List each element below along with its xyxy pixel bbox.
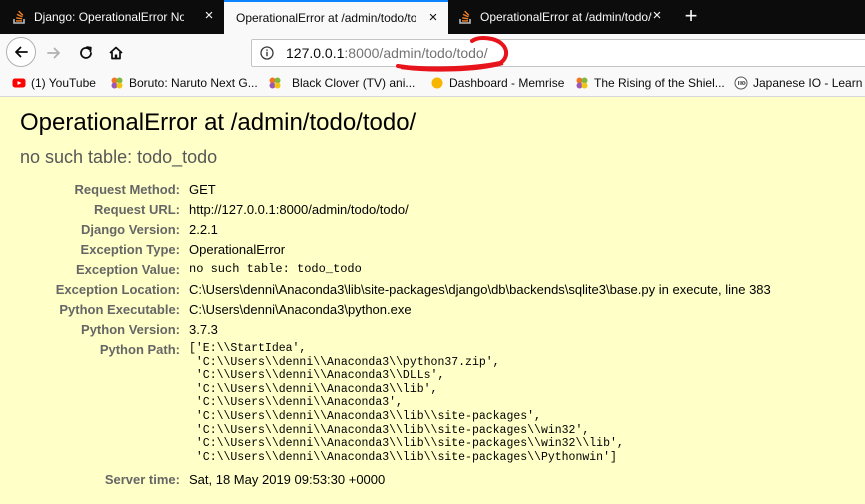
crunchyroll-icon <box>111 77 123 89</box>
url-host: 127.0.0.1 <box>286 45 345 61</box>
meta-label: Request Method: <box>74 182 180 197</box>
reload-button[interactable] <box>72 39 100 67</box>
python-path-value: ['E:\\StartIdea', 'C:\\Users\\denni\\Ana… <box>189 342 624 464</box>
close-tab-icon[interactable]: × <box>650 8 664 23</box>
meta-label: Request URL: <box>94 202 180 217</box>
tab-strip: Django: OperationalError No Such × Opera… <box>0 0 865 34</box>
tab-title: Django: OperationalError No Such <box>34 10 184 24</box>
meta-row: Exception Location: C:\Users\denni\Anaco… <box>0 282 771 302</box>
close-tab-icon[interactable]: × <box>202 8 216 23</box>
meta-row: Exception Value: no such table: todo_tod… <box>0 262 771 282</box>
reload-icon <box>80 46 92 59</box>
url-text[interactable]: 127.0.0.1:8000/admin/todo/todo/ <box>286 45 488 61</box>
request-meta-table: Request Method: GET Request URL: http://… <box>0 182 771 492</box>
stackoverflow-icon <box>13 10 25 24</box>
arrow-left-icon <box>15 46 28 58</box>
bookmarks-toolbar: (1) YouTube Boruto: Naruto Next G... Bla… <box>0 72 865 97</box>
meta-row: Request Method: GET <box>0 182 771 202</box>
crunchyroll-icon <box>576 77 588 89</box>
meta-label: Server time: <box>104 472 180 487</box>
tab-django-error[interactable]: Django: OperationalError No Such × <box>0 0 224 34</box>
tab-title: OperationalError at /admin/todo/todo/ <box>480 10 652 24</box>
page-content: OperationalError at /admin/todo/todo/ no… <box>0 97 865 504</box>
bookmark-label: Dashboard - Memrise <box>449 76 565 90</box>
meta-row: Python Version: 3.7.3 <box>0 322 771 342</box>
url-path: :8000/admin/todo/todo/ <box>344 45 488 61</box>
navigation-toolbar: 127.0.0.1:8000/admin/todo/todo/ <box>0 34 865 72</box>
meta-value: 3.7.3 <box>189 322 218 337</box>
meta-row: Exception Type: OperationalError <box>0 242 771 262</box>
meta-label: Python Version: <box>81 322 180 337</box>
error-title: OperationalError at /admin/todo/todo/ <box>20 109 417 136</box>
meta-label: Exception Type: <box>80 242 180 257</box>
bookmark-youtube[interactable]: (1) YouTube <box>12 76 96 90</box>
bookmark-label: (1) YouTube <box>31 76 96 90</box>
tab-operational-error-active[interactable]: OperationalError at /admin/todo/todo/ × <box>224 0 448 34</box>
stackoverflow-icon <box>459 10 471 24</box>
meta-value: http://127.0.0.1:8000/admin/todo/todo/ <box>189 202 409 217</box>
meta-label: Python Path: <box>99 342 180 357</box>
bookmark-memrise[interactable]: Dashboard - Memrise <box>430 76 564 90</box>
meta-value-exception: no such table: todo_todo <box>189 262 362 276</box>
bookmark-label: The Rising of the Shiel... <box>594 76 725 90</box>
meta-value: Sat, 18 May 2019 09:53:30 +0000 <box>189 472 386 487</box>
error-subtitle: no such table: todo_todo <box>20 147 218 167</box>
meta-label: Python Executable: <box>59 302 180 317</box>
meta-row: Python Path: ['E:\\StartIdea', 'C:\\User… <box>0 342 771 472</box>
meta-row: Request URL: http://127.0.0.1:8000/admin… <box>0 202 771 222</box>
meta-row: Django Version: 2.2.1 <box>0 222 771 242</box>
address-bar[interactable]: 127.0.0.1:8000/admin/todo/todo/ <box>251 39 865 67</box>
meta-value: C:\Users\denni\Anaconda3\python.exe <box>189 302 412 317</box>
youtube-icon <box>12 78 26 88</box>
bookmark-label: Japanese IO - Learn J <box>753 76 865 90</box>
bookmark-label: Black Clover (TV) ani... <box>292 76 416 90</box>
tab-operational-error[interactable]: OperationalError at /admin/todo/todo/ × <box>448 0 672 34</box>
meta-row: Server time: Sat, 18 May 2019 09:53:30 +… <box>0 472 771 492</box>
meta-value: OperationalError <box>189 242 286 257</box>
home-button[interactable] <box>102 39 130 67</box>
meta-value: 2.2.1 <box>189 222 218 237</box>
new-tab-plus-icon[interactable]: + <box>678 4 704 30</box>
site-info-icon[interactable] <box>260 46 274 60</box>
home-icon <box>109 46 123 60</box>
jio-icon <box>734 76 748 90</box>
back-button[interactable] <box>6 37 36 67</box>
tab-title: OperationalError at /admin/todo/todo/ <box>236 11 416 25</box>
close-tab-icon[interactable]: × <box>426 10 440 25</box>
bookmark-label: Boruto: Naruto Next G... <box>129 76 258 90</box>
bookmark-rising-shield[interactable]: The Rising of the Shiel... <box>575 76 725 90</box>
meta-label: Exception Value: <box>75 262 180 277</box>
crunchyroll-icon <box>269 77 281 89</box>
forward-button[interactable] <box>40 39 68 67</box>
meta-label: Django Version: <box>81 222 180 237</box>
bookmark-boruto[interactable]: Boruto: Naruto Next G... <box>110 76 258 90</box>
bookmark-black-clover[interactable]: Black Clover (TV) ani... <box>268 76 415 90</box>
meta-value: C:\Users\denni\Anaconda3\lib\site-packag… <box>189 282 771 297</box>
bookmark-japanese-io[interactable]: Japanese IO - Learn J <box>734 76 865 90</box>
memrise-icon <box>431 77 443 89</box>
meta-row: Python Executable: C:\Users\denni\Anacon… <box>0 302 771 322</box>
meta-label: Exception Location: <box>55 282 180 297</box>
meta-value: GET <box>189 182 216 197</box>
arrow-right-icon <box>47 47 60 59</box>
